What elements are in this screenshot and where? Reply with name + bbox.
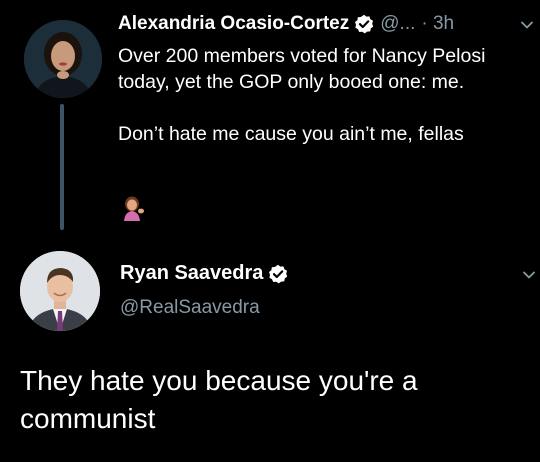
author-avatar[interactable]	[24, 20, 102, 98]
chevron-down-icon[interactable]	[522, 268, 536, 282]
verified-badge-icon	[268, 264, 288, 284]
tweet-text-paragraph: Don’t hate me cause you ain’t me, fellas	[118, 123, 464, 145]
avatar-photo	[24, 20, 102, 98]
reply-author-handle[interactable]: @RealSaavedra	[120, 297, 260, 319]
reply-author-name[interactable]: Ryan Saavedra	[120, 262, 263, 285]
woman-tipping-hand-emoji-icon	[120, 195, 146, 221]
reply-header: Ryan Saavedra	[120, 262, 288, 285]
tweet-text: Over 200 members voted for Nancy Pelosi …	[118, 43, 528, 147]
author-handle[interactable]: @...	[380, 13, 415, 35]
tweet-text-paragraph: Over 200 members voted for Nancy Pelosi …	[118, 45, 486, 93]
author-name[interactable]: Alexandria Ocasio-Cortez	[118, 13, 349, 35]
avatar-photo	[20, 251, 100, 331]
reply-author-avatar[interactable]	[20, 251, 100, 331]
reply-text: They hate you because you're a communist	[20, 365, 418, 434]
thread-connector-line	[60, 104, 64, 230]
tweet-header: Alexandria Ocasio-Cortez @... · 3h	[118, 10, 454, 38]
tweet-timestamp[interactable]: · 3h	[421, 13, 454, 35]
verified-badge-icon	[354, 14, 374, 34]
chevron-down-icon[interactable]	[520, 18, 534, 32]
